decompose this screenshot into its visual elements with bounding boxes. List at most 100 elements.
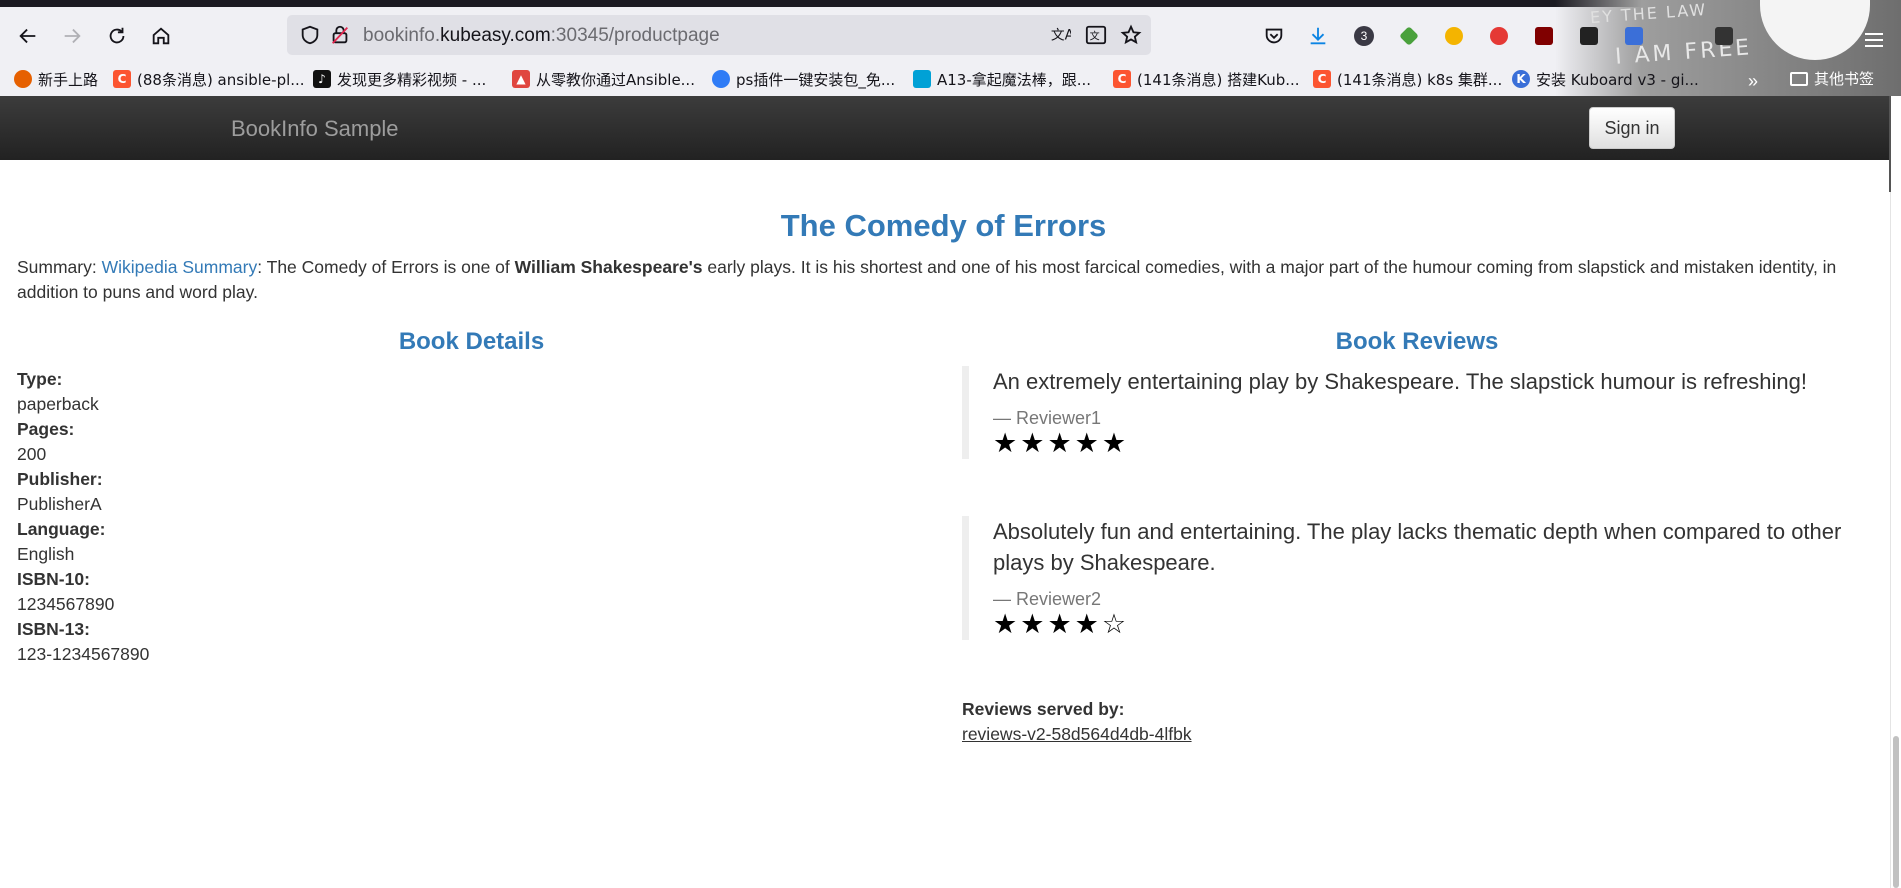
tracking-shield-icon[interactable] (299, 24, 321, 46)
detail-value: 1234567890 (17, 594, 115, 614)
book-title: The Comedy of Errors (780, 208, 1107, 243)
folder-icon (1790, 71, 1808, 86)
review-text: Absolutely fun and entertaining. The pla… (993, 519, 1842, 575)
book-reviews-heading: Book Reviews (1335, 328, 1499, 355)
sign-in-button[interactable]: Sign in (1589, 107, 1675, 149)
bookmark-item[interactable]: C (88条消息) ansible-pl... (113, 68, 305, 90)
forward-button[interactable] (55, 19, 89, 53)
insecure-lock-icon[interactable] (329, 24, 351, 46)
bookmark-item[interactable]: C (141条消息) 搭建Kub... (1113, 68, 1300, 90)
bookmark-label: A13-拿起魔法棒，跟... (937, 70, 1092, 89)
page-translate-icon[interactable]: 文 (1085, 24, 1107, 46)
extension-icon[interactable] (1398, 25, 1420, 47)
bookmark-label: (141条消息) k8s 集群... (1337, 70, 1503, 89)
summary-author: William Shakespeare's (514, 257, 703, 277)
bookmark-item[interactable]: A13-拿起魔法棒，跟... (913, 68, 1091, 90)
zhihu-icon: ▲ (512, 70, 530, 88)
badge-count: 3 (1354, 26, 1374, 46)
detail-value: 123-1234567890 (17, 644, 150, 664)
star-filled-icon: ★ (1020, 428, 1048, 459)
url-text[interactable]: bookinfo.kubeasy.com:30345/productpage (363, 25, 720, 47)
firefox-icon (14, 70, 32, 88)
detail-label: Publisher: (17, 469, 103, 489)
translate-extension-icon[interactable] (1623, 25, 1645, 47)
baidu-icon (712, 70, 730, 88)
bookmark-star-icon[interactable] (1120, 24, 1142, 46)
star-filled-icon: ★ (1047, 428, 1075, 459)
review-card: An extremely entertaining play by Shakes… (962, 366, 1872, 459)
bookmark-item[interactable]: C (141条消息) k8s 集群... (1313, 68, 1502, 90)
tiktok-icon: ♪ (313, 70, 331, 88)
address-bar[interactable]: bookinfo.kubeasy.com:30345/productpage 文… (287, 15, 1151, 55)
csdn-icon: C (1113, 70, 1131, 88)
browser-toolbar: bookinfo.kubeasy.com:30345/productpage 文… (0, 7, 1901, 63)
detail-label: ISBN-10: (17, 569, 90, 589)
book-summary: Summary: Wikipedia Summary: The Comedy o… (17, 255, 1877, 305)
bookmark-item[interactable]: ♪ 发现更多精彩视频 - ... (313, 68, 486, 90)
forward-arrow-icon (64, 28, 81, 44)
navbar-brand[interactable]: BookInfo Sample (231, 116, 399, 142)
url-prefix: bookinfo. (363, 25, 441, 46)
detail-label: Pages: (17, 419, 75, 439)
detail-value: PublisherA (17, 494, 102, 514)
bookmark-item[interactable]: ps插件一键安装包_免... (712, 68, 895, 90)
scrollbar-thumb[interactable] (1893, 736, 1899, 888)
counter-badge[interactable]: 3 (1353, 25, 1375, 47)
detail-label: ISBN-13: (17, 619, 90, 639)
pocket-icon[interactable] (1263, 25, 1285, 47)
served-label: Reviews served by: (962, 699, 1125, 719)
detail-value: English (17, 544, 75, 564)
other-bookmarks-label: 其他书签 (1814, 70, 1875, 88)
reload-button[interactable] (100, 19, 134, 53)
wikipedia-summary-link[interactable]: Wikipedia Summary (102, 257, 258, 277)
star-filled-icon: ★ (1020, 609, 1048, 640)
bookmark-item[interactable]: K 安装 Kuboard v3 - gi... (1512, 68, 1699, 90)
extension-icon[interactable] (1443, 25, 1465, 47)
bookmark-label: 从零教你通过Ansible... (536, 70, 695, 89)
browser-chrome: EY THE LAW I AM FREE bookinfo.kubeasy.co… (0, 0, 1901, 96)
star-filled-icon: ★ (993, 428, 1021, 459)
review-card: Absolutely fun and entertaining. The pla… (962, 516, 1872, 640)
detail-label: Language: (17, 519, 106, 539)
kuboard-icon: K (1512, 70, 1530, 88)
rating-stars: ★★★★☆ (993, 610, 1872, 640)
downloads-icon[interactable] (1307, 25, 1329, 47)
home-icon (152, 27, 170, 45)
reviewer-name: — Reviewer2 (993, 589, 1102, 609)
lock-extension-icon[interactable] (1488, 25, 1510, 47)
extension-icon[interactable] (1578, 25, 1600, 47)
detail-value: 200 (17, 444, 47, 464)
reviewer-name: — Reviewer1 (993, 408, 1102, 428)
menu-icon[interactable] (1865, 33, 1883, 47)
back-button[interactable] (11, 19, 45, 53)
bookmarks-bar: 新手上路 C (88条消息) ansible-pl... ♪ 发现更多精彩视频 - … (0, 63, 1901, 96)
served-by-pod-link[interactable]: reviews-v2-58d564d4db-4lfbk (962, 724, 1192, 744)
star-filled-icon: ★ (1047, 609, 1075, 640)
detail-value: paperback (17, 394, 99, 414)
svg-text:文: 文 (1090, 30, 1100, 43)
bookmark-label: 安装 Kuboard v3 - gi... (1536, 70, 1699, 89)
url-domain: kubeasy.com (440, 25, 551, 46)
reviews-served-by: Reviews served by: reviews-v2-58d564d4db… (962, 697, 1192, 747)
more-bookmarks-chevron-icon[interactable]: » (1748, 71, 1758, 92)
home-button[interactable] (144, 19, 178, 53)
bookmark-item[interactable]: 新手上路 (14, 68, 98, 90)
rating-stars: ★★★★★ (993, 429, 1872, 459)
detail-label: Type: (17, 369, 63, 389)
summary-label: Summary: (17, 257, 102, 277)
other-bookmarks-folder[interactable]: 其他书签 (1790, 68, 1874, 89)
bookmark-label: ps插件一键安装包_免... (736, 70, 896, 89)
bookmark-label: (88条消息) ansible-pl... (137, 70, 305, 89)
star-filled-icon: ★ (1074, 609, 1102, 640)
bookmark-item[interactable]: ▲ 从零教你通过Ansible... (512, 68, 695, 90)
translate-icon[interactable]: 文A (1049, 24, 1071, 46)
back-arrow-icon (19, 28, 36, 44)
book-details-list: Type: paperback Pages: 200 Publisher: Pu… (17, 367, 917, 667)
navbar: BookInfo Sample Sign in (0, 96, 1890, 160)
ublock-icon[interactable] (1533, 25, 1555, 47)
star-filled-icon: ★ (1074, 428, 1102, 459)
star-filled-icon: ★ (1101, 428, 1130, 459)
star-empty-icon: ☆ (1101, 609, 1130, 640)
bilibili-icon (913, 70, 931, 88)
extension-icon[interactable] (1713, 25, 1735, 47)
